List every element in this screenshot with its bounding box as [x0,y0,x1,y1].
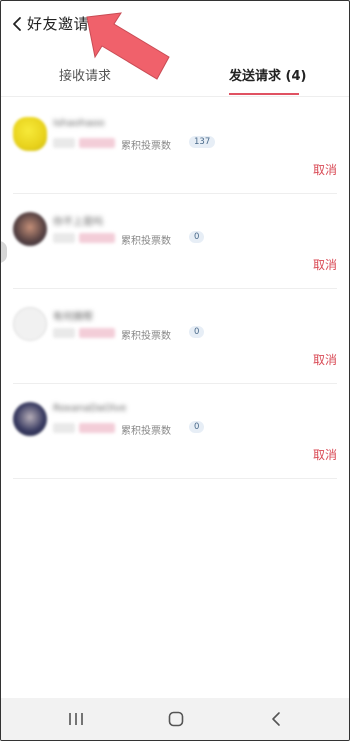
active-tab-indicator [229,93,299,95]
cancel-button[interactable]: 取消 [313,351,337,368]
votes-count: 137 [189,136,216,148]
chevron-left-icon[interactable] [9,13,27,35]
list-item: 有何摘帮 累积投票数 0 取消 [13,289,337,384]
home-icon[interactable] [161,706,191,732]
avatar[interactable] [13,117,47,151]
user-name: RoxanaDaOlve [53,403,127,414]
cancel-button[interactable]: 取消 [313,256,337,273]
user-name: 有何摘帮 [53,312,93,323]
user-tag [53,423,75,433]
user-name: 你不上是吗 [53,217,103,228]
top-bar: 好友邀请 [1,1,349,51]
avatar[interactable] [13,402,47,436]
user-name: Ishaohaoo [53,118,105,129]
system-nav-bar [1,698,349,740]
user-tag [53,138,75,148]
votes-count: 0 [189,231,205,243]
tab-received[interactable]: 接收请求 [59,65,111,84]
list-item: Ishaohaoo 累积投票数 137 取消 [13,99,337,194]
user-tag [53,328,75,338]
page-title: 好友邀请 [27,15,90,33]
request-tabs: 接收请求 发送请求 (4) [1,59,349,97]
cancel-button[interactable]: 取消 [313,161,337,178]
avatar[interactable] [13,212,47,246]
cancel-button[interactable]: 取消 [313,446,337,463]
votes-label: 累积投票数 [121,141,171,152]
sent-request-list: Ishaohaoo 累积投票数 137 取消 你不上是吗 累积投票数 0 取消 … [1,99,349,479]
tab-sent[interactable]: 发送请求 (4) [229,65,306,84]
votes-count: 0 [189,421,205,433]
list-item: RoxanaDaOlve 累积投票数 0 取消 [13,384,337,479]
votes-label: 累积投票数 [121,426,171,437]
list-item: 你不上是吗 累积投票数 0 取消 [13,194,337,289]
user-tag [53,233,75,243]
user-badge [79,138,115,148]
user-badge [79,328,115,338]
user-badge [79,233,115,243]
votes-count: 0 [189,326,205,338]
screen: 好友邀请 接收请求 发送请求 (4) Ishaohaoo 累积投票数 137 取… [0,0,350,741]
back-icon[interactable] [261,706,291,732]
user-badge [79,423,115,433]
votes-label: 累积投票数 [121,236,171,247]
recent-apps-icon[interactable] [61,706,91,732]
avatar[interactable] [13,307,47,341]
votes-label: 累积投票数 [121,331,171,342]
